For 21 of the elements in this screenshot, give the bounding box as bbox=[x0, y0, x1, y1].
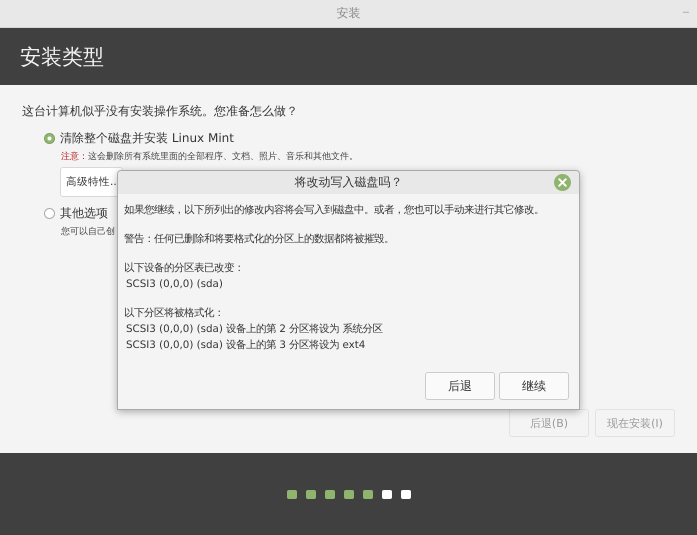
window-title: 安装 bbox=[336, 5, 360, 22]
radio-button[interactable] bbox=[44, 133, 55, 144]
dialog-button[interactable]: 后退 bbox=[425, 372, 495, 400]
option-label[interactable]: 清除整个磁盘并安装 Linux Mint bbox=[60, 130, 234, 147]
radio-button[interactable] bbox=[44, 208, 55, 219]
dialog-button[interactable]: 继续 bbox=[499, 372, 569, 400]
question-text: 这台计算机似乎没有安装操作系统。您准备怎么做？ bbox=[22, 103, 299, 120]
dialog-text: SCSI3 (0,0,0) (sda) 设备上的第 2 分区将设为 系统分区 bbox=[125, 322, 384, 337]
page-title: 安装类型 bbox=[20, 44, 104, 70]
close-icon[interactable] bbox=[554, 174, 571, 191]
dialog-text: 以下分区将被格式化： bbox=[124, 306, 225, 321]
dialog-text: 如果您继续，以下所列出的修改内容将会写入到磁盘中。或者，您也可以手动来进行其它修改。 bbox=[124, 203, 545, 218]
dialog-title: 将改动写入磁盘吗？ bbox=[294, 174, 402, 191]
dialog-text: 以下设备的分区表已改变： bbox=[124, 261, 245, 276]
advanced-features-button[interactable]: 高级特性.. bbox=[60, 167, 123, 197]
option-note: 您可以自己创 bbox=[61, 226, 115, 238]
dialog-text: 警告：任何已删除和将要格式化的分区上的数据都将被摧毁。 bbox=[124, 232, 395, 247]
option-label[interactable]: 其他选项 bbox=[60, 205, 108, 222]
dialog-text: SCSI3 (0,0,0) (sda) bbox=[125, 277, 224, 292]
dialog-text: SCSI3 (0,0,0) (sda) 设备上的第 3 分区将设为 ext4 bbox=[125, 338, 366, 353]
option-note: 注意：这会删除所有系统里面的全部程序、文档、照片、音乐和其他文件。 bbox=[61, 150, 358, 163]
